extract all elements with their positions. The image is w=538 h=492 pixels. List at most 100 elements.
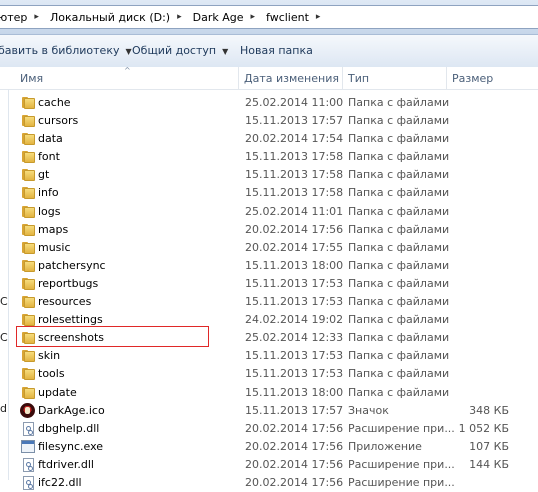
- file-size: 348 КБ: [469, 403, 509, 417]
- folder-icon: [22, 187, 35, 200]
- file-date: 20.02.2014 17:56: [245, 457, 344, 471]
- file-row[interactable]: font 15.11.2013 17:58 Папка с файлами: [0, 148, 538, 166]
- file-date: 24.02.2014 19:02: [245, 313, 344, 327]
- breadcrumb[interactable]: ютер ▸ Локальный диск (D:) ▸ Dark Age ▸ …: [0, 5, 538, 29]
- file-name: reportbugs: [38, 276, 99, 290]
- file-type: Папка с файлами: [348, 385, 450, 399]
- file-row[interactable]: filesync.exe 20.02.2014 17:56 Приложение 10…: [0, 438, 538, 456]
- file-row[interactable]: gt 15.11.2013 17:58 Папка с файлами: [0, 166, 538, 184]
- add-to-library-button[interactable]: бавить в библиотеку ▼: [0, 44, 132, 57]
- file-name: cursors: [38, 114, 79, 128]
- file-row[interactable]: ftdriver.dll 20.02.2014 17:56 Расширение п…: [0, 456, 538, 474]
- file-type: Расширение при...: [348, 475, 455, 489]
- file-date: 15.11.2013 17:58: [245, 150, 344, 164]
- chevron-down-icon: ▼: [222, 47, 229, 56]
- file-name: logs: [38, 204, 61, 218]
- file-row[interactable]: ifc22.dll 20.02.2014 17:56 Расширение при.…: [0, 474, 538, 492]
- dll-icon: [23, 475, 34, 490]
- column-divider[interactable]: [342, 67, 343, 89]
- file-name: maps: [38, 222, 69, 236]
- file-type: Приложение: [348, 439, 422, 453]
- file-type: Значок: [348, 403, 389, 417]
- file-size: 1 052 КБ: [458, 421, 509, 435]
- file-row[interactable]: info 15.11.2013 17:58 Папка с файлами: [0, 184, 538, 202]
- breadcrumb-separator-icon[interactable]: ▸: [247, 12, 262, 22]
- file-row[interactable]: tools 15.11.2013 17:53 Папка с файлами: [0, 365, 538, 383]
- file-type: Расширение при...: [348, 457, 455, 471]
- file-type: Папка с файлами: [348, 222, 450, 236]
- file-row[interactable]: reportbugs 15.11.2013 17:53 Папка с файлам…: [0, 275, 538, 293]
- file-row[interactable]: DarkAge.ico 15.11.2013 17:57 Значок 348 КБ: [0, 402, 538, 420]
- file-date: 15.11.2013 17:53: [245, 295, 344, 309]
- breadcrumb-separator-icon[interactable]: ▸: [313, 12, 328, 22]
- file-type: Папка с файлами: [348, 240, 450, 254]
- file-row[interactable]: cache 25.02.2014 11:00 Папка с файлами: [0, 94, 538, 112]
- file-type: Папка с файлами: [348, 295, 450, 309]
- file-type: Папка с файлами: [348, 150, 450, 164]
- breadcrumb-computer[interactable]: ютер: [0, 11, 31, 24]
- file-row[interactable]: music 20.02.2014 17:55 Папка с файлами: [0, 239, 538, 257]
- column-header: ^ Имя Дата изменения Тип Размер: [0, 66, 538, 90]
- file-date: 15.11.2013 17:53: [245, 276, 344, 290]
- file-type: Папка с файлами: [348, 168, 450, 182]
- breadcrumb-fwclient[interactable]: fwclient: [262, 11, 313, 24]
- file-name: cache: [38, 96, 71, 109]
- file-name: update: [38, 385, 77, 399]
- new-folder-button[interactable]: Новая папка: [240, 44, 313, 57]
- file-date: 15.11.2013 17:53: [245, 349, 344, 363]
- column-size[interactable]: Размер: [452, 72, 493, 85]
- file-date: 20.02.2014 17:56: [245, 475, 344, 489]
- file-name: DarkAge.ico: [38, 403, 105, 417]
- file-type: Папка с файлами: [348, 258, 450, 272]
- file-row[interactable]: cursors 15.11.2013 17:57 Папка с файлами: [0, 112, 538, 130]
- address-bar: ютер ▸ Локальный диск (D:) ▸ Dark Age ▸ …: [0, 0, 538, 35]
- dll-icon: [23, 457, 34, 472]
- file-row[interactable]: dbghelp.dll 20.02.2014 17:56 Расширение пр…: [0, 420, 538, 438]
- file-row[interactable]: logs 25.02.2014 11:01 Папка с файлами: [0, 203, 538, 221]
- file-date: 15.11.2013 18:00: [245, 258, 344, 272]
- folder-icon: [22, 386, 35, 399]
- file-size: 107 КБ: [469, 439, 509, 453]
- column-date[interactable]: Дата изменения: [244, 72, 339, 85]
- file-type: Папка с файлами: [348, 367, 450, 381]
- file-type: Расширение при...: [348, 421, 455, 435]
- file-row[interactable]: update 15.11.2013 18:00 Папка с файлами: [0, 384, 538, 402]
- file-name: filesync.exe: [38, 439, 104, 453]
- file-date: 25.02.2014 12:33: [245, 331, 344, 345]
- file-date: 15.11.2013 17:57: [245, 403, 344, 417]
- exe-icon: [21, 439, 35, 453]
- folder-icon: [22, 169, 35, 182]
- file-row[interactable]: data 20.02.2014 17:54 Папка с файлами: [0, 130, 538, 148]
- breadcrumb-separator-icon[interactable]: ▸: [174, 12, 189, 22]
- file-name: patchersync: [38, 258, 106, 272]
- file-name: skin: [38, 349, 61, 363]
- column-type[interactable]: Тип: [348, 72, 369, 85]
- file-row[interactable]: resources 15.11.2013 17:53 Папка с файлами: [0, 293, 538, 311]
- breadcrumb-separator-icon[interactable]: ▸: [31, 12, 46, 22]
- column-divider[interactable]: [238, 67, 239, 89]
- file-name: info: [38, 186, 59, 200]
- column-name[interactable]: Имя: [20, 72, 43, 85]
- folder-icon: [22, 277, 35, 290]
- file-type: Папка с файлами: [348, 276, 450, 290]
- file-name: data: [38, 132, 63, 146]
- file-date: 20.02.2014 17:56: [245, 439, 344, 453]
- folder-icon: [22, 368, 35, 381]
- sort-ascending-icon: ^: [124, 66, 131, 75]
- breadcrumb-dark-age[interactable]: Dark Age: [189, 11, 248, 24]
- highlight-box: [16, 326, 209, 347]
- breadcrumb-local-disk[interactable]: Локальный диск (D:): [46, 11, 174, 24]
- share-button[interactable]: Общий доступ ▼: [132, 44, 228, 57]
- file-row[interactable]: patchersync 15.11.2013 18:00 Папка с файла…: [0, 257, 538, 275]
- file-date: 20.02.2014 17:54: [245, 132, 344, 146]
- file-name: music: [38, 240, 71, 254]
- column-divider[interactable]: [446, 67, 447, 89]
- file-date: 15.11.2013 17:58: [245, 186, 344, 200]
- file-type: Папка с файлами: [348, 132, 450, 146]
- file-row[interactable]: maps 20.02.2014 17:56 Папка с файлами: [0, 221, 538, 239]
- chevron-down-icon: ▼: [125, 47, 132, 56]
- folder-icon: [22, 97, 35, 109]
- file-name: ftdriver.dll: [38, 457, 94, 471]
- folder-icon: [22, 205, 35, 218]
- file-row[interactable]: skin 15.11.2013 17:53 Папка с файлами: [0, 347, 538, 365]
